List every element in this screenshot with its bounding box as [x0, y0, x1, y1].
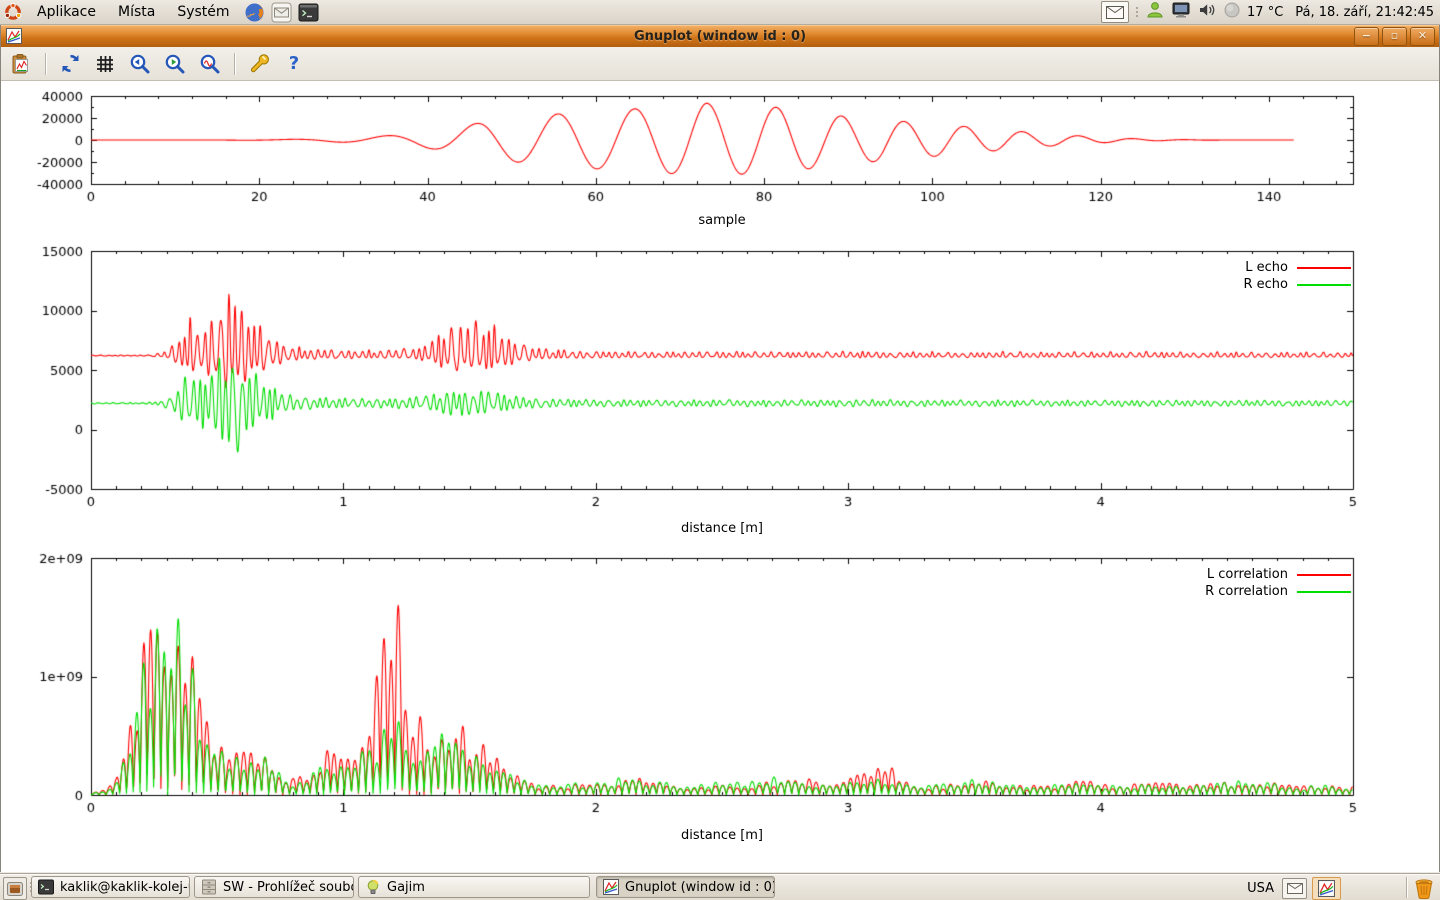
chart3-xlabel: distance [m]: [91, 828, 1353, 843]
temperature-label[interactable]: 17 °C: [1247, 5, 1283, 20]
window-controls: − ▫ ✕: [1354, 27, 1439, 46]
taskbar-window-file-manager[interactable]: SW - Prohlížeč souborů: [194, 876, 354, 898]
zoom-button[interactable]: [197, 51, 223, 77]
legend-line-sample: [1297, 267, 1351, 269]
keyboard-layout-indicator[interactable]: USA: [1247, 881, 1274, 896]
echo-legend: L echo R echo: [1243, 259, 1351, 293]
correlation-legend: L correlation R correlation: [1205, 566, 1351, 600]
legend-label: R echo: [1243, 277, 1288, 292]
gajim-icon: [365, 879, 381, 895]
minimize-button[interactable]: −: [1354, 27, 1379, 46]
firefox-icon[interactable]: [244, 2, 265, 23]
menu-system[interactable]: Systém: [166, 0, 240, 24]
legend-row: R correlation: [1205, 583, 1351, 600]
menu-aplikace[interactable]: Aplikace: [26, 0, 107, 24]
applet-handle[interactable]: [1135, 7, 1139, 17]
zoom-icon: [199, 53, 221, 75]
display-icon[interactable]: [1171, 0, 1191, 24]
legend-label: R correlation: [1205, 584, 1288, 599]
legend-row: R echo: [1243, 276, 1351, 293]
refresh-icon: [60, 53, 81, 74]
maximize-button[interactable]: ▫: [1382, 27, 1407, 46]
zoom-next-icon: [164, 53, 186, 75]
taskbar-window-terminal[interactable]: kaklik@kaklik-kolej-u...: [31, 876, 190, 898]
ubuntu-logo-icon[interactable]: [4, 3, 22, 21]
toolbar-separator: [45, 53, 46, 75]
panel-left: Aplikace Místa Systém: [0, 0, 322, 24]
clipboard-icon: [10, 53, 32, 75]
user-switcher-icon[interactable]: [1145, 0, 1165, 24]
taskbar-window-label: Gnuplot (window id : 0): [625, 880, 775, 895]
settings-button[interactable]: [246, 51, 272, 77]
legend-line-sample: [1297, 591, 1351, 593]
window-title: Gnuplot (window id : 0): [1, 29, 1439, 44]
help-button[interactable]: ?: [281, 51, 307, 77]
wrench-icon: [248, 53, 270, 75]
legend-row: L correlation: [1205, 566, 1351, 583]
chart1-xlabel: sample: [91, 213, 1353, 228]
gnuplot-window-icon: [6, 28, 22, 44]
legend-label: L correlation: [1207, 567, 1288, 582]
legend-label: L echo: [1245, 260, 1288, 275]
grid-icon: [95, 54, 115, 74]
desktop: Aplikace Místa Systém: [0, 0, 1440, 900]
mail-client-icon[interactable]: [271, 2, 292, 23]
file-manager-icon: [201, 879, 217, 895]
titlebar[interactable]: Gnuplot (window id : 0) − ▫ ✕: [1, 25, 1439, 47]
zoom-previous-icon: [129, 53, 151, 75]
chart2-xlabel: distance [m]: [91, 521, 1353, 536]
plot-surface: sample distance [m] distance [m] L echo …: [1, 81, 1439, 872]
gnuplot-icon: [603, 879, 619, 895]
taskbar-window-label: kaklik@kaklik-kolej-u...: [60, 880, 190, 895]
gnuplot-window: Gnuplot (window id : 0) − ▫ ✕: [0, 25, 1440, 872]
gnuplot-toolbar: ?: [1, 47, 1439, 81]
clock-label[interactable]: Pá, 18. září, 21:42:45: [1295, 5, 1434, 20]
terminal-icon: [38, 879, 54, 895]
bottom-taskbar: kaklik@kaklik-kolej-u... SW - Prohlížeč …: [0, 874, 1440, 900]
next-zoom-button[interactable]: [162, 51, 188, 77]
desktop-icon: [7, 882, 23, 896]
legend-row: L echo: [1243, 259, 1351, 276]
menu-mista[interactable]: Místa: [107, 0, 166, 24]
gnome-top-panel: Aplikace Místa Systém: [0, 0, 1440, 25]
toolbar-separator: [234, 53, 235, 75]
help-icon: ?: [289, 53, 299, 74]
gnuplot-canvas[interactable]: [1, 81, 1440, 872]
taskbar-window-label: Gajim: [387, 880, 425, 895]
legend-line-sample: [1297, 574, 1351, 576]
taskbar-right: USA: [1247, 876, 1341, 900]
terminal-launcher-icon[interactable]: [298, 2, 319, 23]
weather-icon[interactable]: [1223, 1, 1241, 23]
taskbar-window-gnuplot[interactable]: Gnuplot (window id : 0): [596, 876, 775, 898]
tray-gnuplot-icon[interactable]: [1312, 877, 1341, 900]
legend-line-sample: [1297, 284, 1351, 286]
show-desktop-button[interactable]: [3, 877, 27, 900]
taskbar-window-gajim[interactable]: Gajim: [358, 876, 590, 898]
copy-to-clipboard-button[interactable]: [8, 51, 34, 77]
close-button[interactable]: ✕: [1410, 27, 1435, 46]
taskbar-window-label: SW - Prohlížeč souborů: [223, 880, 354, 895]
volume-icon[interactable]: [1197, 0, 1217, 24]
panel-right: 17 °C Pá, 18. září, 21:42:45: [1101, 0, 1440, 24]
toggle-grid-button[interactable]: [92, 51, 118, 77]
previous-zoom-button[interactable]: [127, 51, 153, 77]
mail-notification-icon[interactable]: [1101, 1, 1129, 23]
trash-icon[interactable]: [1412, 876, 1436, 900]
tray-mail-icon[interactable]: [1282, 878, 1307, 899]
replot-button[interactable]: [57, 51, 83, 77]
taskbar-separator: [1406, 877, 1407, 898]
